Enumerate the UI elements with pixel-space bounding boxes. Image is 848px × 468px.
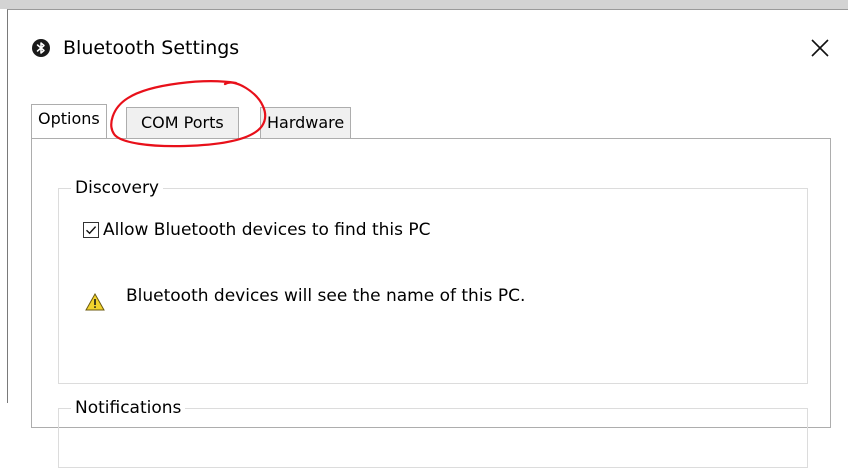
allow-discovery-checkbox-row[interactable]: Allow Bluetooth devices to find this PC: [83, 219, 431, 241]
title-bar: Bluetooth Settings: [8, 10, 848, 90]
warning-icon: [85, 292, 105, 311]
tab-hardware[interactable]: Hardware: [260, 107, 352, 138]
bluetooth-settings-dialog: Bluetooth Settings Options COM Ports Har…: [7, 9, 848, 468]
allow-discovery-checkbox[interactable]: [83, 222, 99, 238]
desktop-background-strip: [0, 0, 848, 9]
allow-discovery-label: Allow Bluetooth devices to find this PC: [103, 220, 431, 240]
bluetooth-icon: [32, 39, 50, 57]
notifications-groupbox: Notifications: [58, 396, 808, 468]
checkmark-icon: [86, 226, 97, 235]
options-tab-panel: Discovery Allow Bluetooth devices to fin…: [31, 138, 831, 468]
tab-options[interactable]: Options: [31, 104, 107, 138]
close-button[interactable]: [804, 32, 836, 64]
close-icon: [811, 39, 829, 57]
discovery-warning: Bluetooth devices will see the name of t…: [85, 281, 525, 311]
dialog-content: Options COM Ports Hardware Discovery All…: [8, 90, 848, 468]
discovery-legend: Discovery: [71, 176, 163, 200]
tab-com-ports[interactable]: COM Ports: [126, 107, 239, 138]
notifications-legend: Notifications: [71, 396, 186, 420]
warning-text: Bluetooth devices will see the name of t…: [126, 286, 526, 306]
discovery-groupbox: Discovery Allow Bluetooth devices to fin…: [58, 176, 808, 384]
window-title: Bluetooth Settings: [63, 37, 240, 59]
